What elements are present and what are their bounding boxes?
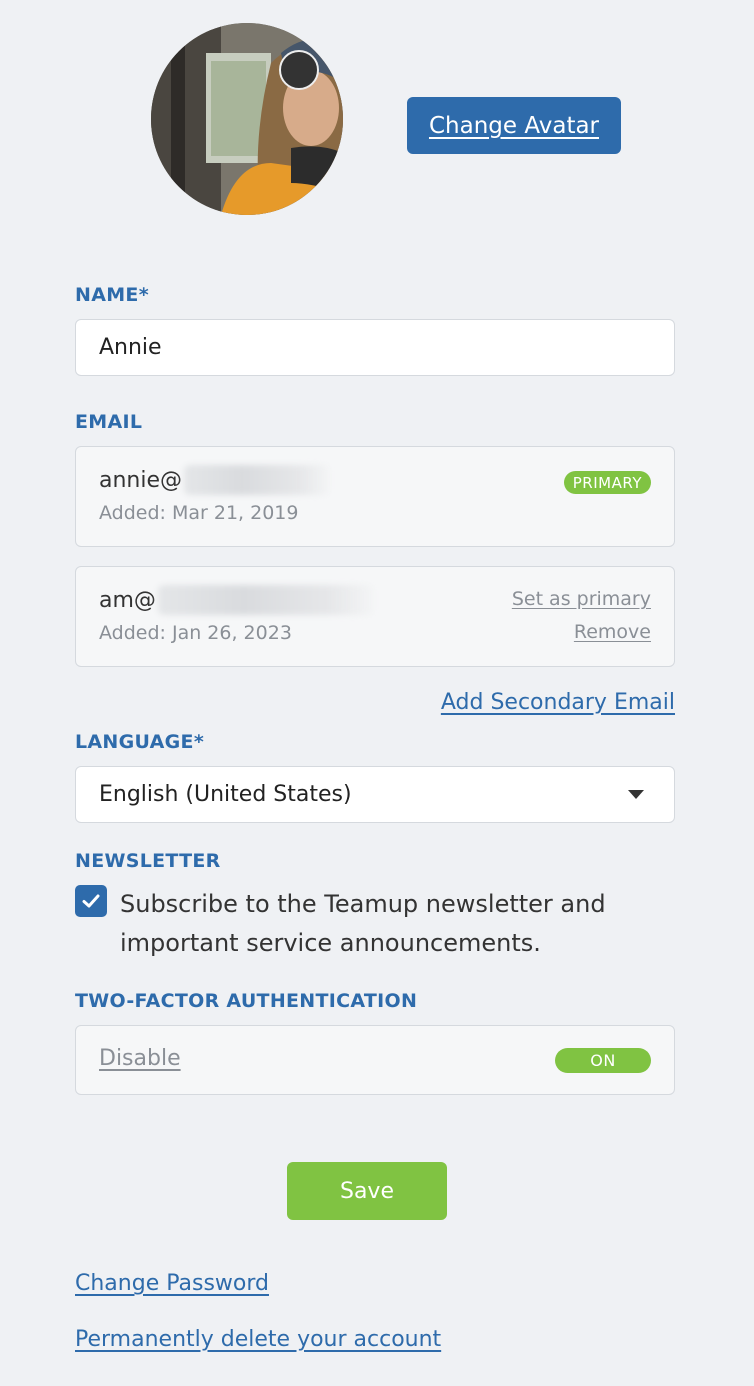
email-address: am@ [99,585,373,615]
change-password-link[interactable]: Change Password [75,1271,269,1296]
redacted-blur [157,585,373,615]
newsletter-label: NEWSLETTER [75,850,221,872]
avatar-photo [151,23,343,215]
name-input[interactable]: Annie [75,319,675,376]
remove-email-link[interactable]: Remove [574,621,651,643]
language-label: LANGUAGE* [75,731,205,753]
name-value: Annie [99,335,162,360]
caret-down-icon [628,790,644,799]
save-button[interactable]: Save [287,1162,447,1220]
two-factor-toggle[interactable]: ON [555,1048,651,1073]
language-select[interactable]: English (United States) [75,766,675,823]
delete-account-link[interactable]: Permanently delete your account [75,1327,441,1352]
add-secondary-email-link[interactable]: Add Secondary Email [441,690,675,715]
two-factor-box: Disable ON [75,1025,675,1095]
name-label: NAME* [75,284,149,306]
set-as-primary-link[interactable]: Set as primary [512,588,651,610]
email-entry-primary: annie@ Added: Mar 21, 2019 PRIMARY [75,446,675,547]
avatar [151,23,343,215]
language-value: English (United States) [99,782,352,807]
disable-two-factor-link[interactable]: Disable [99,1046,181,1071]
redacted-blur [184,465,330,495]
newsletter-checkbox[interactable] [75,885,107,917]
email-entry-secondary: am@ Added: Jan 26, 2023 Set as primary R… [75,566,675,667]
change-avatar-button[interactable]: Change Avatar [407,97,621,154]
email-address: annie@ [99,465,330,495]
email-added-date: Added: Mar 21, 2019 [99,502,299,524]
two-factor-label: TWO-FACTOR AUTHENTICATION [75,990,418,1012]
checkmark-icon [82,894,100,908]
email-added-date: Added: Jan 26, 2023 [99,622,292,644]
newsletter-text: Subscribe to the Teamup newsletter and i… [120,890,606,957]
primary-badge: PRIMARY [563,471,651,494]
email-label: EMAIL [75,411,143,433]
